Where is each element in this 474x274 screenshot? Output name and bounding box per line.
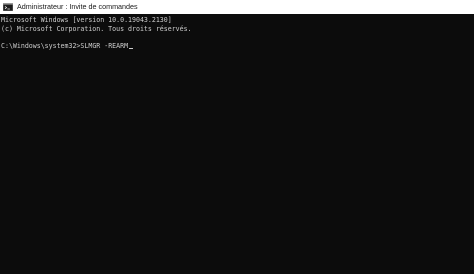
- cmd-icon: [3, 3, 13, 11]
- console-output[interactable]: Microsoft Windows [version 10.0.19043.21…: [0, 14, 474, 274]
- console-line-version: Microsoft Windows [version 10.0.19043.21…: [1, 16, 172, 24]
- title-bar[interactable]: Administrateur : Invite de commandes: [0, 0, 474, 14]
- console-line-copyright: (c) Microsoft Corporation. Tous droits r…: [1, 24, 192, 33]
- command-line[interactable]: C:\Windows\system32>SLMGR -REARM: [1, 42, 133, 51]
- text-cursor: [128, 47, 133, 49]
- command-prompt: C:\Windows\system32>: [1, 42, 81, 50]
- command-input[interactable]: SLMGR -REARM: [80, 42, 128, 50]
- command-prompt-window: Administrateur : Invite de commandes Mic…: [0, 0, 474, 274]
- window-title: Administrateur : Invite de commandes: [17, 2, 138, 11]
